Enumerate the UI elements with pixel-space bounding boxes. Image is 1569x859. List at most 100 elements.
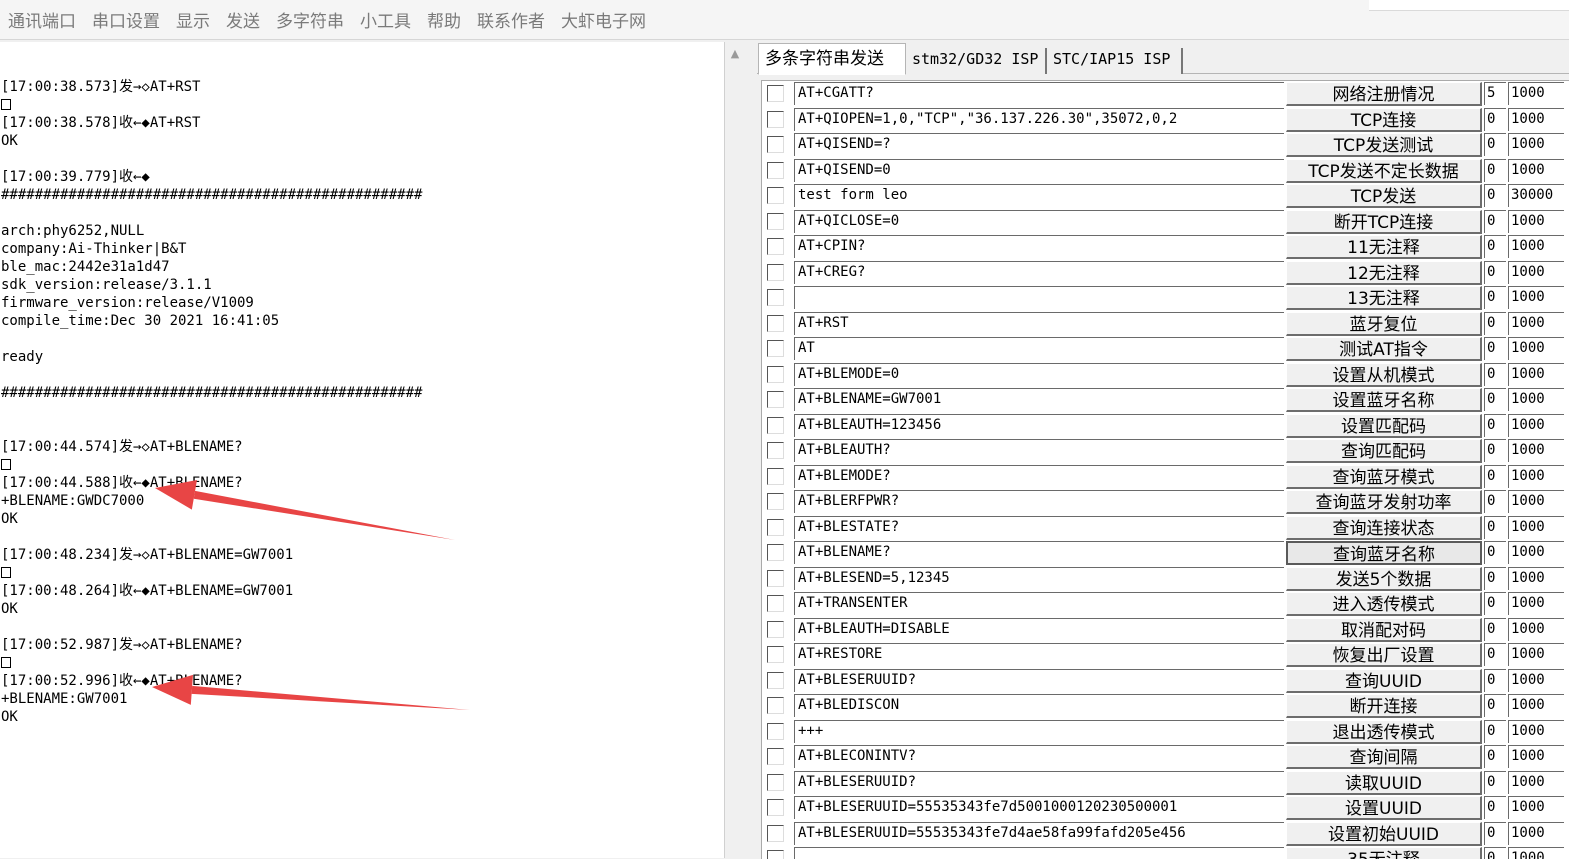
command-input[interactable]: AT+BLEAUTH=DISABLE [794,617,1284,641]
panel-splitter[interactable] [745,42,755,858]
command-input[interactable]: AT+CGATT? [794,82,1284,105]
row-checkbox[interactable] [767,263,784,281]
tab-0[interactable]: 多条字符串发送 [758,43,906,75]
row-checkbox[interactable] [767,671,784,689]
send-button[interactable]: 断开连接 [1286,694,1482,718]
order-input[interactable]: 0 [1484,388,1506,411]
order-input[interactable]: 0 [1484,158,1506,182]
menu-item-0[interactable]: 通讯端口 [2,0,86,40]
send-button[interactable]: 设置蓝牙名称 [1286,388,1482,412]
delay-input[interactable]: 1000 [1508,464,1564,488]
send-button[interactable]: 恢复出厂设置 [1286,643,1482,667]
delay-input[interactable]: 1000 [1508,311,1564,335]
command-input[interactable]: AT+BLEMODE? [794,464,1284,488]
command-input[interactable]: AT+BLESERUUID=55535343fe7d50010001202305… [794,796,1284,819]
send-button[interactable]: TCP发送不定长数据 [1286,158,1482,183]
delay-input[interactable]: 1000 [1508,235,1564,258]
order-input[interactable]: 0 [1484,260,1506,284]
command-input[interactable]: AT+BLEAUTH=123456 [794,413,1284,437]
order-input[interactable]: 0 [1484,184,1506,207]
row-checkbox[interactable] [767,799,784,816]
delay-input[interactable]: 1000 [1508,490,1564,513]
order-input[interactable]: 0 [1484,337,1506,360]
menu-item-3[interactable]: 发送 [220,0,270,40]
row-checkbox[interactable] [767,773,784,791]
row-checkbox[interactable] [767,365,784,383]
row-checkbox[interactable] [767,442,784,459]
order-input[interactable]: 0 [1484,235,1506,258]
send-button[interactable]: 设置从机模式 [1286,362,1482,387]
command-input[interactable]: AT+BLESERUUID=55535343fe7d4ae58fa99fafd2… [794,821,1284,845]
order-input[interactable]: 0 [1484,745,1506,768]
delay-input[interactable]: 1000 [1508,439,1564,462]
row-checkbox[interactable] [767,110,784,128]
command-input[interactable]: AT+RST [794,311,1284,335]
send-button[interactable]: 取消配对码 [1286,617,1482,642]
row-checkbox[interactable] [767,544,784,561]
command-input[interactable]: AT+QISEND=0 [794,158,1284,182]
command-input[interactable]: AT+BLEDISCON [794,694,1284,717]
delay-input[interactable]: 1000 [1508,719,1564,743]
menu-item-4[interactable]: 多字符串 [270,0,354,40]
row-checkbox[interactable] [767,493,784,510]
send-button[interactable]: 查询间隔 [1286,745,1482,769]
send-button[interactable]: 13无注释 [1286,286,1482,310]
delay-input[interactable]: 1000 [1508,337,1564,360]
delay-input[interactable]: 30000 [1508,184,1564,207]
menu-item-7[interactable]: 联系作者 [471,0,555,40]
delay-input[interactable]: 1000 [1508,515,1564,539]
row-checkbox[interactable] [767,340,784,357]
row-checkbox[interactable] [767,722,784,740]
row-checkbox[interactable] [767,518,784,536]
order-input[interactable]: 0 [1484,821,1506,845]
row-checkbox[interactable] [767,646,784,663]
send-button[interactable]: 退出透传模式 [1286,719,1482,744]
menu-item-8[interactable]: 大虾电子网 [555,0,656,40]
send-button[interactable]: TCP连接 [1286,107,1482,132]
row-checkbox[interactable] [767,314,784,332]
delay-input[interactable]: 1000 [1508,158,1564,182]
row-checkbox[interactable] [767,569,784,587]
send-button[interactable]: TCP发送 [1286,184,1482,208]
delay-input[interactable]: 1000 [1508,286,1564,309]
delay-input[interactable]: 1000 [1508,388,1564,411]
command-input[interactable]: AT+QIOPEN=1,0,"TCP","36.137.226.30",3507… [794,107,1284,131]
order-input[interactable]: 0 [1484,209,1506,233]
send-button[interactable]: 查询蓝牙发射功率 [1286,490,1482,514]
delay-input[interactable]: 1000 [1508,541,1564,564]
send-button[interactable]: 查询匹配码 [1286,439,1482,463]
command-input[interactable]: AT [794,337,1284,360]
send-button[interactable]: 设置UUID [1286,796,1482,820]
delay-input[interactable]: 1000 [1508,770,1564,794]
order-input[interactable]: 0 [1484,490,1506,513]
order-input[interactable]: 0 [1484,796,1506,819]
menu-item-2[interactable]: 显示 [170,0,220,40]
order-input[interactable]: 0 [1484,770,1506,794]
row-checkbox[interactable] [767,212,784,230]
command-input[interactable]: AT+CPIN? [794,235,1284,258]
menu-item-5[interactable]: 小工具 [354,0,421,40]
command-input[interactable]: AT+QISEND=? [794,133,1284,156]
send-button[interactable]: 进入透传模式 [1286,592,1482,616]
order-input[interactable]: 0 [1484,592,1506,615]
send-button[interactable]: 12无注释 [1286,260,1482,285]
order-input[interactable]: 0 [1484,362,1506,386]
delay-input[interactable]: 1000 [1508,592,1564,615]
row-checkbox[interactable] [767,595,784,612]
row-checkbox[interactable] [767,289,784,306]
command-input[interactable]: AT+BLEAUTH? [794,439,1284,462]
order-input[interactable]: 0 [1484,515,1506,539]
row-checkbox[interactable] [767,161,784,179]
send-button[interactable]: 查询连接状态 [1286,515,1482,540]
command-input[interactable]: +++ [794,719,1284,743]
row-checkbox[interactable] [767,620,784,638]
delay-input[interactable]: 1000 [1508,668,1564,692]
row-checkbox[interactable] [767,748,784,765]
row-checkbox[interactable] [767,391,784,408]
command-input[interactable]: AT+QICLOSE=0 [794,209,1284,233]
delay-input[interactable]: 1000 [1508,745,1564,768]
command-input[interactable] [794,286,1284,309]
order-input[interactable]: 0 [1484,133,1506,156]
send-button[interactable]: 测试AT指令 [1286,337,1482,361]
order-input[interactable]: 0 [1484,286,1506,309]
